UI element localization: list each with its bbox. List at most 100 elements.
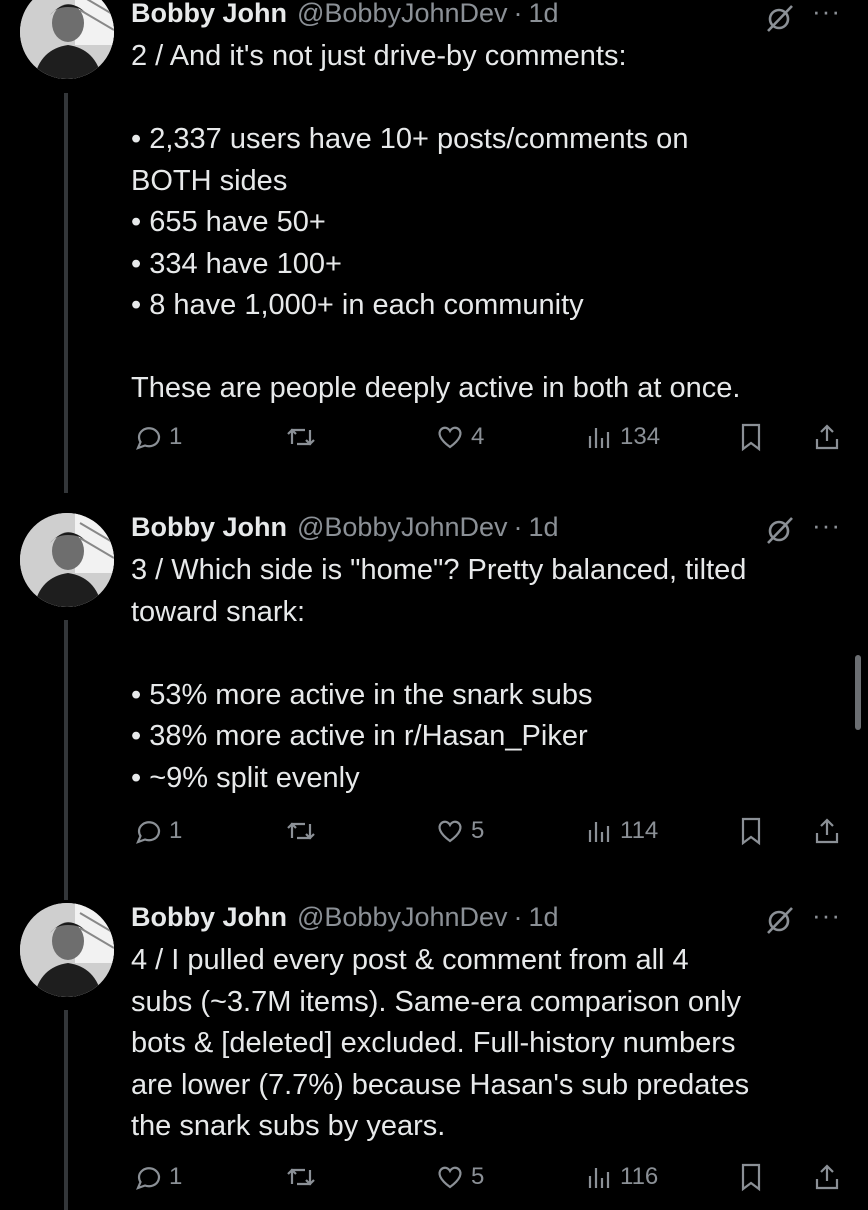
avatar[interactable] xyxy=(20,903,114,997)
tweet-text-line: 3 / Which side is "home"? Pretty balance… xyxy=(131,554,747,586)
repost-button[interactable] xyxy=(285,1162,317,1192)
timestamp[interactable]: 1d xyxy=(529,512,559,543)
tweet-body: 3 / Which side is "home"? Pretty balance… xyxy=(131,550,841,799)
tweet-text-line: 4 / I pulled every post & comment from a… xyxy=(131,944,689,976)
tweet-text-line xyxy=(131,633,841,675)
thread-line xyxy=(64,620,68,900)
views-icon xyxy=(588,822,610,842)
tweet-text-line: These are people deeply active in both a… xyxy=(131,372,741,404)
separator: · xyxy=(513,902,523,932)
author-name[interactable]: Bobby John xyxy=(131,902,287,933)
like-button[interactable]: 5 xyxy=(435,816,484,846)
reply-count: 1 xyxy=(169,817,183,844)
reply-icon xyxy=(136,427,161,450)
like-button[interactable]: 5 xyxy=(435,1162,484,1192)
scrollbar[interactable] xyxy=(855,655,861,730)
action-bar: 1 4 134 xyxy=(0,422,868,462)
repost-icon xyxy=(287,822,315,840)
share-icon xyxy=(815,818,839,844)
author-handle[interactable]: @BobbyJohnDev xyxy=(297,512,508,543)
more-icon[interactable]: ··· xyxy=(812,0,841,27)
timestamp[interactable]: 1d xyxy=(529,0,559,29)
tweet-text-line: toward snark: xyxy=(131,595,306,628)
avatar-image xyxy=(20,0,114,79)
reply-icon xyxy=(136,821,161,844)
bookmark-icon xyxy=(741,817,761,846)
timestamp[interactable]: 1d xyxy=(529,902,559,933)
grok-icon[interactable] xyxy=(764,2,796,34)
views-button[interactable]: 116 xyxy=(586,1162,658,1192)
bookmark-button[interactable] xyxy=(738,422,764,452)
bookmark-icon xyxy=(741,1163,761,1192)
bookmark-button[interactable] xyxy=(738,816,764,846)
share-button[interactable] xyxy=(812,422,842,452)
grok-icon[interactable] xyxy=(764,904,796,936)
tweet-text-line: bots & [deleted] excluded. Full-history … xyxy=(131,1027,736,1059)
like-button[interactable]: 4 xyxy=(435,422,484,452)
reply-count: 1 xyxy=(169,1163,183,1190)
avatar-image xyxy=(20,903,114,997)
bookmark-button[interactable] xyxy=(738,1162,764,1192)
views-icon xyxy=(588,428,610,448)
tweet-text-line: • 53% more active in the snark subs xyxy=(131,678,593,711)
avatar[interactable] xyxy=(20,513,114,607)
bookmark-icon xyxy=(741,423,761,452)
repost-icon xyxy=(287,1168,315,1186)
share-button[interactable] xyxy=(812,816,842,846)
separator: · xyxy=(513,512,523,542)
tweet-text-line: • 2,337 users have 10+ posts/comments on xyxy=(131,123,689,155)
more-icon[interactable]: ··· xyxy=(812,900,841,931)
tweet-text-line: • 8 have 1,000+ in each community xyxy=(131,289,584,321)
tweet-text-line: • 334 have 100+ xyxy=(131,247,342,280)
grok-icon[interactable] xyxy=(764,514,796,546)
share-icon xyxy=(815,424,839,450)
tweet-text-line: • 655 have 50+ xyxy=(131,206,326,238)
views-button[interactable]: 134 xyxy=(586,422,660,452)
author-name[interactable]: Bobby John xyxy=(131,0,287,29)
share-icon xyxy=(815,1164,839,1190)
tweet-text-line: 2 / And it's not just drive-by comments: xyxy=(131,40,627,72)
tweet-header: Bobby John @BobbyJohnDev · 1d xyxy=(131,902,559,936)
reply-icon xyxy=(136,1167,161,1190)
like-count: 5 xyxy=(471,817,485,844)
author-name[interactable]: Bobby John xyxy=(131,512,287,543)
tweet-header: Bobby John @BobbyJohnDev · 1d xyxy=(131,512,559,546)
views-button[interactable]: 114 xyxy=(586,816,658,846)
reply-count: 1 xyxy=(169,423,183,450)
tweet-text-line xyxy=(131,327,841,369)
tweet-body: 2 / And it's not just drive-by comments:… xyxy=(131,36,841,410)
repost-button[interactable] xyxy=(285,422,317,452)
repost-button[interactable] xyxy=(285,816,317,846)
like-count: 5 xyxy=(471,1163,485,1190)
share-button[interactable] xyxy=(812,1162,842,1192)
tweet-text-line: are lower (7.7%) because Hasan's sub pre… xyxy=(131,1068,750,1101)
heart-icon xyxy=(438,426,462,449)
tweet-text-line: • ~9% split evenly xyxy=(131,761,360,794)
action-bar: 1 5 114 xyxy=(0,816,868,856)
action-bar: 1 5 116 xyxy=(0,1162,868,1202)
tweet-body: 4 / I pulled every post & comment from a… xyxy=(131,940,841,1148)
views-count: 116 xyxy=(620,1163,659,1190)
like-count: 4 xyxy=(471,423,485,450)
tweet-text-line xyxy=(131,78,841,120)
views-icon xyxy=(588,1168,610,1188)
tweet-text-line: subs (~3.7M items). Same-era comparison … xyxy=(131,985,742,1018)
reply-button[interactable]: 1 xyxy=(133,816,182,846)
author-handle[interactable]: @BobbyJohnDev xyxy=(297,0,508,29)
author-handle[interactable]: @BobbyJohnDev xyxy=(297,902,508,933)
avatar[interactable] xyxy=(20,0,114,79)
reply-button[interactable]: 1 xyxy=(133,422,182,452)
views-count: 114 xyxy=(620,817,659,844)
separator: · xyxy=(513,0,523,28)
repost-icon xyxy=(287,428,315,446)
tweet-header: Bobby John @BobbyJohnDev · 1d xyxy=(131,0,559,32)
more-icon[interactable]: ··· xyxy=(812,510,841,541)
avatar-image xyxy=(20,513,114,607)
tweet-text-line: the snark subs by years. xyxy=(131,1110,446,1142)
tweet-text-line: • 38% more active in r/Hasan_Piker xyxy=(131,720,588,752)
reply-button[interactable]: 1 xyxy=(133,1162,182,1192)
heart-icon xyxy=(438,1166,462,1189)
tweet-text-line: BOTH sides xyxy=(131,164,288,197)
views-count: 134 xyxy=(620,423,661,450)
heart-icon xyxy=(438,820,462,843)
